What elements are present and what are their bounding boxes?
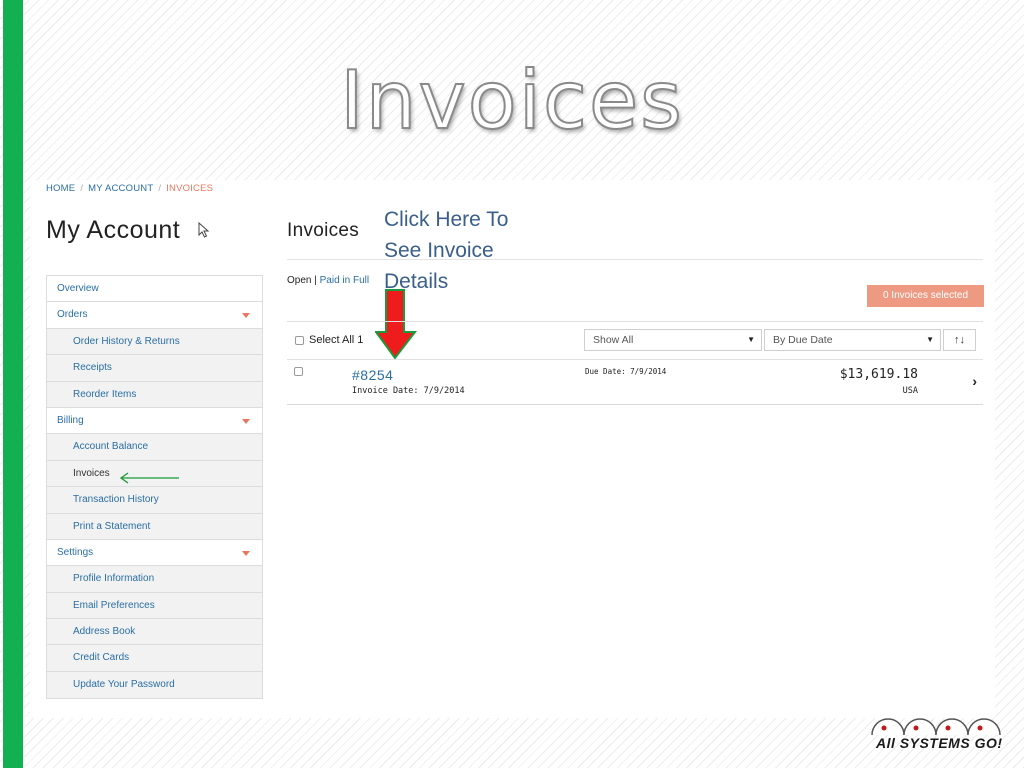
sort-by-select[interactable]: By Due Date ▼: [764, 329, 941, 351]
show-filter-value: Show All: [593, 334, 634, 346]
sidebar-item-label: Reorder Items: [73, 388, 137, 400]
sidebar-item-credit-cards[interactable]: Credit Cards: [47, 645, 262, 672]
left-arrow-icon: [119, 472, 179, 484]
mouse-cursor-icon: [198, 222, 210, 238]
due-date: Due Date: 7/9/2014: [585, 367, 667, 376]
sidebar-item-billing[interactable]: Billing: [47, 407, 262, 435]
sidebar-item-label: Receipts: [73, 362, 112, 374]
sidebar-item-label: Email Preferences: [73, 599, 155, 611]
show-filter-select[interactable]: Show All ▼: [584, 329, 762, 351]
annotation-callout: Click Here To See Invoice Details: [384, 208, 509, 293]
sidebar-item-label: Credit Cards: [73, 652, 130, 664]
invoice-toolbar: Select All 1 Show All ▼ By Due Date ▼ ↑↓: [287, 321, 983, 360]
sidebar-item-label: Order History & Returns: [73, 335, 180, 347]
sidebar-item-email-preferences[interactable]: Email Preferences: [47, 592, 262, 620]
breadcrumb-separator: /: [80, 183, 84, 194]
company-logo: All SYSTEMS GO!: [870, 706, 1010, 756]
breadcrumb-separator: /: [158, 183, 162, 194]
sidebar-item-label: Orders: [57, 309, 88, 321]
logo-badges-icon: [871, 718, 1001, 736]
sidebar-item-profile-information[interactable]: Profile Information: [47, 566, 262, 593]
sort-arrows-icon: ↑↓: [954, 334, 965, 346]
sidebar-item-receipts[interactable]: Receipts: [47, 355, 262, 382]
invoices-heading: Invoices: [287, 220, 360, 241]
sidebar-item-label: Settings: [57, 546, 94, 558]
sidebar-item-update-password[interactable]: Update Your Password: [47, 671, 262, 699]
sidebar-item-orders[interactable]: Orders: [47, 302, 262, 329]
account-page: HOME / MY ACCOUNT / INVOICES My Account Over…: [30, 180, 995, 718]
sidebar-item-label: Billing: [57, 414, 84, 426]
dropdown-arrow-icon: ▼: [747, 335, 755, 344]
invoice-status-filter: Open | Paid in Full: [287, 275, 369, 286]
sidebar-item-label: Update Your Password: [73, 678, 175, 690]
breadcrumb-current: INVOICES: [166, 183, 214, 194]
chevron-right-icon[interactable]: ›: [972, 373, 977, 389]
sidebar-item-label: Address Book: [73, 626, 136, 638]
breadcrumb-home-link[interactable]: HOME: [46, 183, 75, 194]
filter-separator: |: [314, 275, 317, 286]
select-all-label: Select All 1: [309, 334, 364, 346]
sort-by-value: By Due Date: [773, 334, 833, 346]
invoice-date: Invoice Date: 7/9/2014: [352, 386, 465, 396]
page-title: My Account: [46, 216, 181, 244]
invoice-amount: $13,619.18: [839, 367, 918, 382]
sidebar-item-account-balance[interactable]: Account Balance: [47, 434, 262, 461]
select-all-checkbox[interactable]: [295, 335, 304, 345]
invoice-currency: USA: [902, 386, 918, 396]
sidebar-item-label: Overview: [57, 283, 99, 294]
filter-paid-link[interactable]: Paid in Full: [320, 275, 369, 286]
dropdown-arrow-icon: ▼: [926, 335, 934, 344]
slide-title: Invoices: [339, 53, 684, 148]
sidebar-item-overview[interactable]: Overview: [47, 276, 262, 303]
invoice-row-checkbox[interactable]: [294, 367, 303, 376]
breadcrumb-account-link[interactable]: MY ACCOUNT: [88, 183, 153, 194]
sidebar-item-label: Invoices: [73, 467, 110, 479]
sidebar-item-label: Print a Statement: [73, 520, 151, 532]
sidebar-item-transaction-history[interactable]: Transaction History: [47, 487, 262, 514]
sidebar-item-settings[interactable]: Settings: [47, 539, 262, 567]
account-sidebar: Overview Orders Order History & Returns …: [46, 275, 263, 700]
sidebar-item-address-book[interactable]: Address Book: [47, 619, 262, 646]
invoice-row[interactable]: #8254 Invoice Date: 7/9/2014 Due Date: 7…: [287, 360, 983, 405]
selected-count-badge: 0 Invoices selected: [867, 285, 984, 307]
sort-direction-button[interactable]: ↑↓: [943, 329, 976, 351]
sidebar-item-reorder-items[interactable]: Reorder Items: [47, 381, 262, 408]
sidebar-item-label: Transaction History: [73, 494, 159, 506]
filter-open-link[interactable]: Open: [287, 275, 311, 286]
breadcrumb: HOME / MY ACCOUNT / INVOICES: [46, 183, 213, 194]
sidebar-item-label: Profile Information: [73, 573, 155, 585]
sidebar-item-order-history[interactable]: Order History & Returns: [47, 328, 262, 356]
chevron-down-icon[interactable]: [242, 418, 250, 424]
chevron-down-icon[interactable]: [242, 550, 250, 556]
sidebar-item-print-statement[interactable]: Print a Statement: [47, 513, 262, 540]
logo-text: All SYSTEMS GO!: [876, 735, 1003, 751]
chevron-down-icon[interactable]: [242, 313, 250, 319]
select-all-control[interactable]: Select All 1: [295, 334, 363, 346]
sidebar-item-label: Account Balance: [73, 441, 149, 453]
invoice-number-link[interactable]: #8254: [352, 367, 393, 383]
